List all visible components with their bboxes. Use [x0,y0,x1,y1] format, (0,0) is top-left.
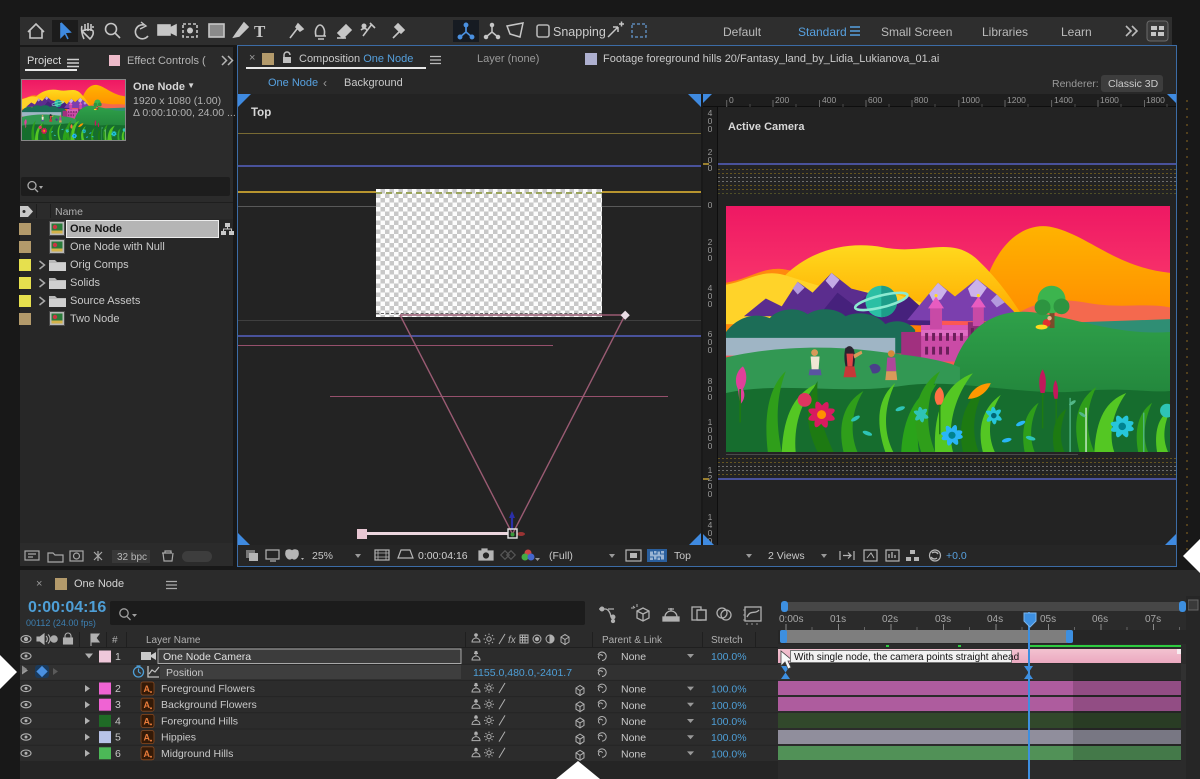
svg-text:fx: fx [508,635,517,646]
svg-text:None: None [621,716,646,728]
svg-text:None: None [621,732,646,744]
svg-text:2 Views: 2 Views [768,550,805,562]
svg-text:Default: Default [723,25,762,39]
svg-text:0:00:04:16: 0:00:04:16 [418,550,468,562]
svg-text:T: T [254,22,266,41]
svg-text:07s: 07s [1145,614,1161,625]
svg-text:100.0%: 100.0% [711,748,747,760]
svg-text:Learn: Learn [1061,25,1092,39]
svg-text:06s: 06s [1092,614,1108,625]
svg-text:100.0%: 100.0% [711,684,747,696]
svg-text:Layer Name: Layer Name [146,635,201,646]
svg-text:None: None [621,700,646,712]
svg-text:03s: 03s [935,614,951,625]
svg-text:0:00s: 0:00s [779,614,803,625]
svg-text:Stretch: Stretch [711,635,743,646]
svg-text:Small Screen: Small Screen [881,25,952,39]
svg-text:25%: 25% [312,550,333,562]
svg-text:100.0%: 100.0% [711,651,747,663]
svg-text:(Full): (Full) [549,550,573,562]
svg-text:100.0%: 100.0% [711,716,747,728]
svg-text:#: # [112,635,118,646]
svg-text:None: None [621,651,646,663]
svg-text:100.0%: 100.0% [711,732,747,744]
svg-text:None: None [621,748,646,760]
svg-text:Snapping: Snapping [553,25,606,39]
svg-text:100.0%: 100.0% [711,700,747,712]
svg-text:Parent & Link: Parent & Link [602,635,663,646]
svg-text:32 bpc: 32 bpc [117,552,147,563]
svg-text:01s: 01s [830,614,846,625]
svg-text:Top: Top [674,550,691,562]
svg-text:Standard: Standard [798,25,847,39]
svg-text:+0.0: +0.0 [946,550,967,562]
svg-text:None: None [621,684,646,696]
svg-text:02s: 02s [882,614,898,625]
svg-text:04s: 04s [987,614,1003,625]
svg-text:05s: 05s [1040,614,1056,625]
svg-text:Libraries: Libraries [982,25,1028,39]
